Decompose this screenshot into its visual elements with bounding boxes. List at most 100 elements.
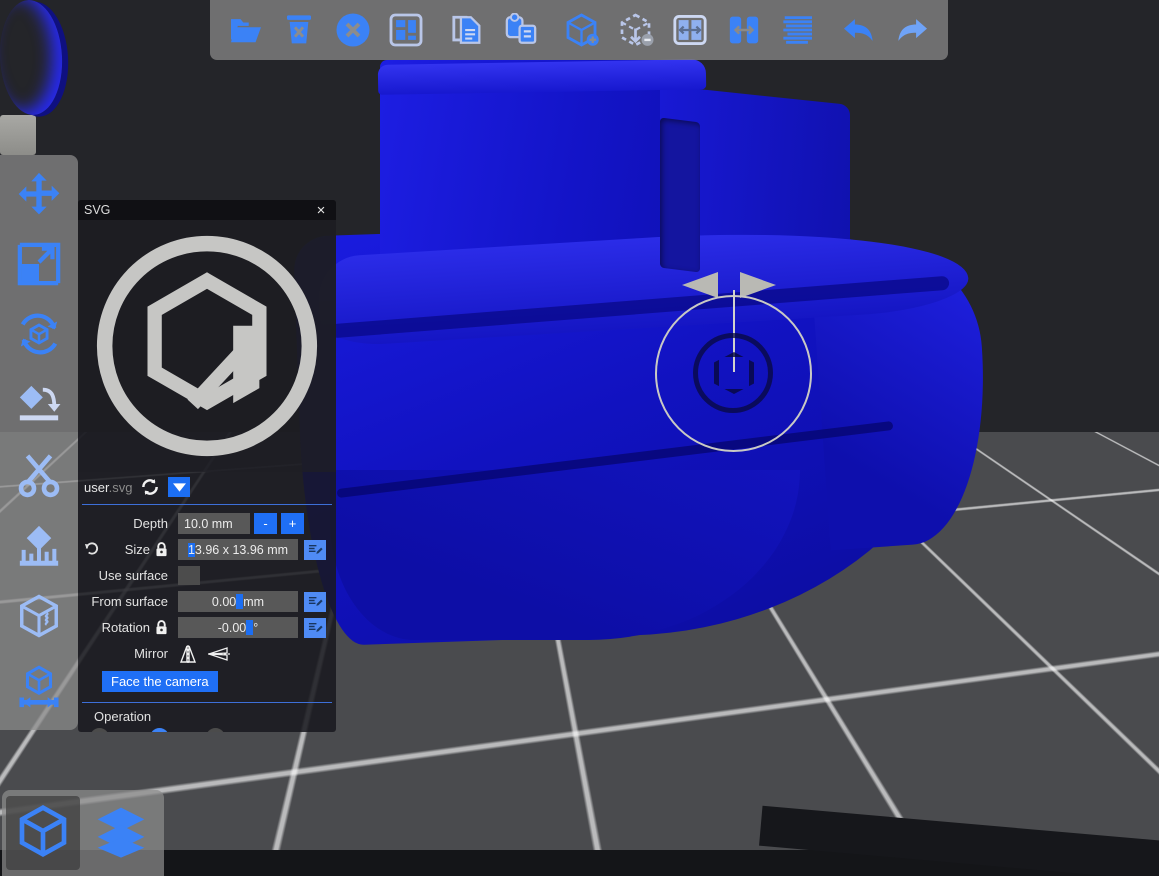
from-surface-label: From surface <box>82 594 178 609</box>
size-edit-button[interactable] <box>304 540 326 560</box>
move-arrows-icon <box>16 171 62 222</box>
cube-outline-icon <box>15 803 71 864</box>
from-surface-value-before: 0.00 <box>212 595 236 609</box>
mirror-label: Mirror <box>82 646 178 661</box>
from-surface-row: From surface 0.00 mm <box>82 589 332 614</box>
text-caret <box>236 594 243 609</box>
depth-row: Depth 10.0 mm - + <box>82 511 332 536</box>
copy-button[interactable] <box>442 4 494 56</box>
from-surface-edit-button[interactable] <box>304 592 326 612</box>
redo-button[interactable] <box>886 4 938 56</box>
scissors-icon <box>16 452 62 503</box>
split-objects-icon <box>673 13 707 47</box>
size-input[interactable]: 13.96 x 13.96 mm <box>178 539 298 560</box>
gizmo-handle[interactable] <box>0 115 36 155</box>
model-porthole <box>0 0 65 117</box>
use-surface-checkbox[interactable] <box>178 566 200 585</box>
split-parts-icon <box>727 13 761 47</box>
size-row: Size 13.96 x 13.96 mm <box>82 537 332 562</box>
split-to-parts-button[interactable] <box>718 4 770 56</box>
support-paint-icon <box>16 523 62 574</box>
panel-title-bar[interactable]: SVG × <box>78 200 336 220</box>
depth-increment-button[interactable]: + <box>281 513 304 534</box>
prusaslicer-logo-icon <box>88 227 326 465</box>
support-paint-tool[interactable] <box>8 517 70 579</box>
undo-button[interactable] <box>833 4 885 56</box>
use-surface-row: Use surface <box>82 563 332 588</box>
undo-arrow-icon <box>841 15 877 45</box>
scale-tool[interactable] <box>8 236 70 298</box>
edit-pencil-icon <box>308 619 323 637</box>
measure-cube-icon <box>16 663 62 714</box>
operation-radio-modifier[interactable] <box>206 728 225 732</box>
left-toolbar <box>0 155 78 730</box>
gizmo-arrow-right-icon[interactable] <box>740 272 776 298</box>
delete-button[interactable] <box>274 4 326 56</box>
paste-button[interactable] <box>496 4 548 56</box>
edit-pencil-icon <box>308 593 323 611</box>
svg-file-basename: user <box>84 480 109 495</box>
panel-divider-bottom <box>82 702 332 703</box>
rotate-tool[interactable] <box>8 306 70 368</box>
edit-pencil-icon <box>308 541 323 559</box>
depth-input[interactable]: 10.0 mm <box>178 513 250 534</box>
remove-instance-button[interactable] <box>611 4 663 56</box>
operation-radio-cut[interactable] <box>150 728 169 732</box>
svg-file-name: user.svg <box>84 480 132 495</box>
add-instance-button[interactable] <box>557 4 609 56</box>
lock-closed-icon[interactable] <box>155 620 168 635</box>
svg-file-dropdown-button[interactable] <box>168 477 190 497</box>
prusaslicer-window: SVG × user.svg <box>0 0 1159 876</box>
delete-all-button[interactable] <box>327 4 379 56</box>
svg-file-row: user.svg <box>78 472 336 502</box>
layers-lines-icon <box>780 15 814 45</box>
reload-circular-arrows-icon[interactable] <box>140 477 160 497</box>
rotation-label: Rotation <box>102 620 150 635</box>
seam-paint-icon <box>16 593 62 644</box>
trash-x-icon <box>284 14 314 46</box>
split-to-objects-button[interactable] <box>664 4 716 56</box>
measure-tool[interactable] <box>8 658 70 720</box>
panel-title: SVG <box>84 203 312 217</box>
model-cabin-roof <box>378 59 706 95</box>
layers-stack-icon <box>93 803 149 864</box>
lock-closed-icon[interactable] <box>155 542 168 557</box>
place-on-face-tool[interactable] <box>8 376 70 438</box>
size-value-rest: 3.96 x 13.96 mm <box>195 543 288 557</box>
operation-radio-group: Join Cut Modifier <box>78 728 336 732</box>
rotation-value-before: -0.00 <box>218 621 247 635</box>
arrange-grid-icon <box>389 13 423 47</box>
close-icon[interactable]: × <box>312 201 330 219</box>
variable-layer-height-button[interactable] <box>771 4 823 56</box>
operation-label-join: Join <box>113 730 137 732</box>
operation-label-cut: Cut <box>173 730 193 732</box>
rotation-label-group: Rotation <box>82 620 178 635</box>
rotation-edit-button[interactable] <box>304 618 326 638</box>
preview-view-tab[interactable] <box>84 796 158 870</box>
svg-preview <box>78 220 336 472</box>
mirror-horizontal-icon[interactable] <box>208 645 228 663</box>
rotation-row: Rotation -0.00 ° <box>82 615 332 640</box>
face-the-camera-button[interactable]: Face the camera <box>102 671 218 692</box>
redo-arrow-icon <box>894 15 930 45</box>
rotation-input[interactable]: -0.00 ° <box>178 617 298 638</box>
revert-arrow-icon[interactable] <box>84 541 99 559</box>
arrange-button[interactable] <box>381 4 433 56</box>
seam-paint-tool[interactable] <box>8 587 70 649</box>
size-label-group: Size <box>82 541 178 559</box>
operation-label-modifier: Modifier <box>229 730 275 732</box>
cube-plus-icon <box>565 12 601 48</box>
editor-view-tab[interactable] <box>6 796 80 870</box>
depth-decrement-button[interactable]: - <box>254 513 277 534</box>
view-mode-tabs <box>2 790 164 876</box>
add-button[interactable] <box>220 4 272 56</box>
depth-label: Depth <box>82 516 178 531</box>
from-surface-input[interactable]: 0.00 mm <box>178 591 298 612</box>
move-tool[interactable] <box>8 165 70 227</box>
operation-radio-join[interactable] <box>90 728 109 732</box>
place-on-face-icon <box>16 382 62 433</box>
cut-tool[interactable] <box>8 447 70 509</box>
mirror-row: Mirror <box>82 641 332 666</box>
gizmo-arrow-left-icon[interactable] <box>682 272 718 298</box>
mirror-vertical-icon[interactable] <box>178 645 198 663</box>
